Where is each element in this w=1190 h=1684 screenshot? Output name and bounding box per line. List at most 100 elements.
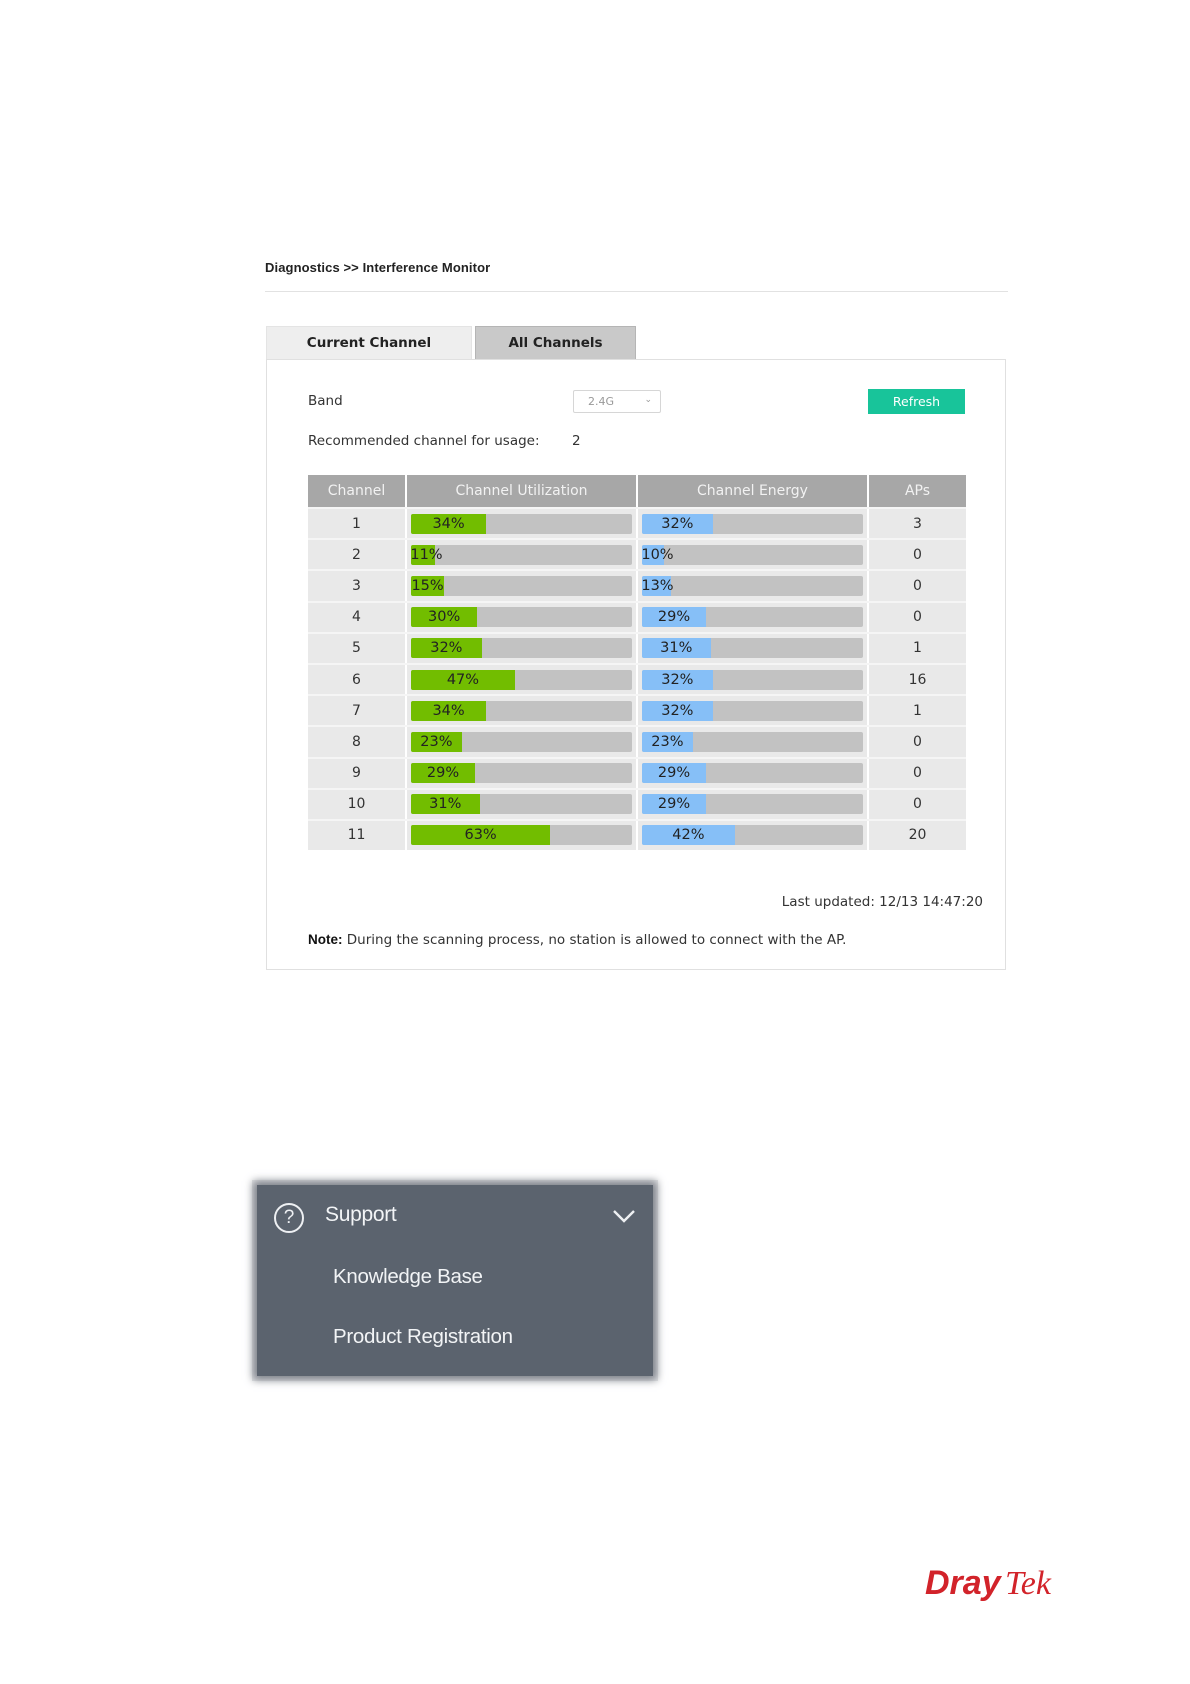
energy-bar: 42%	[642, 825, 863, 846]
table-row: 4 30% 29% 0	[308, 600, 966, 632]
draytek-logo: Dray Tek	[925, 1564, 1052, 1602]
band-select[interactable]: 2.4G ⌄	[573, 390, 661, 413]
energy-percent: 32%	[661, 671, 694, 688]
channel-number: 11	[308, 820, 407, 851]
table-row: 2 11% 10% 0	[308, 538, 966, 570]
utilization-bar: 30%	[411, 607, 632, 628]
channel-number: 7	[308, 696, 407, 726]
utilization-cell: 63%	[407, 820, 638, 851]
last-updated: Last updated: 12/13 14:47:20	[781, 894, 983, 910]
aps-count: 20	[908, 827, 927, 844]
energy-bar: 31%	[642, 638, 863, 659]
aps-count: 16	[908, 671, 927, 688]
utilization-cell: 23%	[407, 727, 638, 757]
channel-number: 1	[308, 509, 407, 539]
table-header: Channel Channel Utilization Channel Ener…	[308, 475, 966, 507]
table-row: 6 47% 32% 16	[308, 662, 966, 695]
header-channel: Channel	[308, 475, 407, 507]
aps-count: 0	[913, 609, 922, 626]
energy-bar: 13%	[642, 575, 863, 596]
energy-cell: 32%	[638, 509, 869, 539]
utilization-percent: 34%	[432, 702, 465, 719]
header-energy: Channel Energy	[638, 475, 869, 507]
utilization-percent: 15%	[411, 577, 444, 594]
band-select-value: 2.4G	[588, 395, 615, 408]
energy-percent: 13%	[642, 577, 674, 594]
energy-bar: 32%	[642, 513, 863, 534]
energy-percent: 32%	[661, 515, 694, 532]
note: Note: During the scanning process, no st…	[308, 932, 846, 948]
utilization-percent: 32%	[430, 640, 463, 657]
energy-cell: 29%	[638, 602, 869, 632]
channel-number: 4	[308, 602, 407, 632]
energy-percent: 23%	[651, 733, 684, 750]
table-body: 1 34% 32% 3 2 11% 10% 0 3 15% 13% 0 4 30% 29% 0 5 32% 31% 1…	[308, 507, 966, 851]
table-row: 1 34% 32% 3	[308, 507, 966, 539]
utilization-cell: 34%	[407, 696, 638, 726]
utilization-bar: 11%	[411, 544, 632, 565]
table-row: 11 63% 42% 20	[308, 818, 966, 851]
energy-bar: 23%	[642, 731, 863, 752]
utilization-bar: 34%	[411, 513, 632, 534]
utilization-percent: 47%	[446, 671, 480, 688]
utilization-bar: 63%	[411, 825, 632, 846]
channel-number: 6	[308, 664, 407, 695]
menu-item-product-registration[interactable]: Product Registration	[333, 1325, 513, 1349]
energy-cell: 31%	[638, 633, 869, 663]
channel-number: 5	[308, 633, 407, 663]
recommended-channel-value: 2	[572, 433, 581, 449]
utilization-cell: 29%	[407, 758, 638, 788]
menu-item-knowledge-base[interactable]: Knowledge Base	[333, 1265, 483, 1289]
tab-current-channel[interactable]: Current Channel	[266, 326, 472, 359]
svg-text:Dray: Dray	[925, 1564, 1003, 1602]
energy-percent: 29%	[657, 796, 691, 813]
energy-cell: 32%	[638, 664, 869, 695]
aps-count: 0	[913, 733, 922, 750]
aps-count: 0	[913, 765, 922, 782]
energy-cell: 29%	[638, 789, 869, 819]
energy-bar: 32%	[642, 669, 863, 690]
channel-table: Channel Channel Utilization Channel Ener…	[308, 475, 966, 851]
energy-cell: 23%	[638, 727, 869, 757]
energy-cell: 29%	[638, 758, 869, 788]
utilization-percent: 11%	[411, 546, 443, 563]
utilization-cell: 15%	[407, 571, 638, 601]
energy-percent: 10%	[642, 546, 674, 563]
chevron-down-icon[interactable]	[611, 1203, 637, 1229]
utilization-cell: 30%	[407, 602, 638, 632]
utilization-percent: 34%	[432, 515, 465, 532]
utilization-cell: 47%	[407, 664, 638, 695]
energy-bar: 32%	[642, 700, 863, 721]
table-row: 5 32% 31% 1	[308, 631, 966, 663]
aps-count: 1	[913, 702, 922, 719]
energy-bar: 29%	[642, 607, 863, 628]
aps-count: 0	[913, 546, 922, 563]
svg-text:Tek: Tek	[1005, 1565, 1052, 1602]
aps-count: 0	[913, 796, 922, 813]
utilization-bar: 32%	[411, 638, 632, 659]
energy-percent: 29%	[657, 765, 691, 782]
channel-number: 2	[308, 540, 407, 570]
note-label: Note:	[308, 932, 343, 947]
utilization-cell: 34%	[407, 509, 638, 539]
tab-all-channels[interactable]: All Channels	[475, 326, 636, 359]
band-label: Band	[308, 393, 343, 409]
aps-count: 1	[913, 640, 922, 657]
energy-percent: 42%	[672, 827, 705, 844]
energy-cell: 32%	[638, 696, 869, 726]
support-menu-title[interactable]: Support	[325, 1203, 397, 1227]
utilization-cell: 31%	[407, 789, 638, 819]
utilization-percent: 23%	[420, 733, 453, 750]
table-row: 9 29% 29% 0	[308, 756, 966, 788]
aps-count: 3	[913, 515, 922, 532]
utilization-bar: 15%	[411, 575, 632, 596]
energy-cell: 42%	[638, 820, 869, 851]
utilization-percent: 63%	[464, 827, 497, 844]
utilization-bar: 34%	[411, 700, 632, 721]
header-utilization: Channel Utilization	[407, 475, 638, 507]
energy-percent: 29%	[657, 609, 691, 626]
energy-cell: 10%	[638, 540, 869, 570]
refresh-button[interactable]: Refresh	[868, 389, 965, 414]
channel-number: 8	[308, 727, 407, 757]
table-row: 8 23% 23% 0	[308, 725, 966, 757]
